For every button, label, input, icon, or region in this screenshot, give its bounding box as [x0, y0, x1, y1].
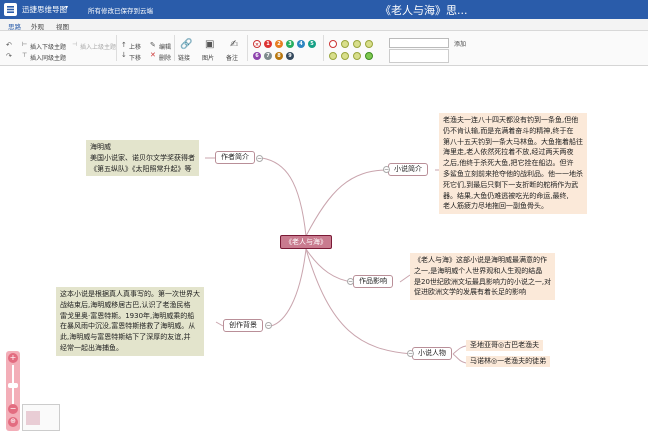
note-novel-summary: 老渔夫一连八十四天都没有钓到一条鱼,但他 仍不肯认输,而是充满着奋斗的精神,终于… [439, 113, 587, 215]
note-line: 第八十五天钓到一条大马林鱼。大鱼拖着船往 [443, 137, 583, 146]
collapse-toggle-icon[interactable]: − [383, 166, 390, 173]
zoom-in-button[interactable]: + [8, 353, 18, 363]
note-line: 这本小说是根据真人真事写的。第一次世界大 [60, 290, 200, 298]
collapse-toggle-icon[interactable]: − [265, 322, 272, 329]
note-line: 雷戈里奥·富恩特斯。1930年,海明威乘的船 [60, 311, 195, 320]
zoom-out-button[interactable]: − [8, 404, 18, 414]
note-line: 促进欧洲文学的发展有着长足的影响 [414, 288, 526, 297]
topic-author[interactable]: 作者简介 [215, 151, 255, 164]
note-line: 海里走,老人依然死拉着不放,经过两天两夜 [443, 148, 574, 157]
note-line: 之后,他终于杀死大鱼,把它拴在船边。但许 [443, 159, 574, 168]
topic-influence[interactable]: 作品影响 [353, 275, 393, 288]
topic-characters[interactable]: 小说人物 [412, 347, 452, 360]
zoom-slider-handle[interactable] [8, 383, 18, 388]
zoom-control: + − ⊕ [6, 351, 20, 431]
note-line: 此,海明威与富恩特斯结下了深厚的友谊,并 [60, 333, 191, 342]
note-line: 海明威 [90, 143, 111, 151]
note-line: 多鲨鱼立刻前来抢夺他的战利品。他一一地杀 [443, 169, 583, 178]
note-line: 之一,是海明威个人世界观和人生观的结晶 [414, 266, 543, 275]
minimap[interactable] [22, 404, 60, 431]
note-line: 经常一起出海捕鱼。 [60, 343, 123, 352]
note-line: 《第五纵队》《太阳照常升起》等 [90, 164, 192, 173]
root-topic[interactable]: 《老人与海》 [280, 235, 332, 249]
locate-icon[interactable]: ⊕ [8, 417, 18, 427]
note-line: 老人筋疲力尽地拖回一副鱼骨头。 [443, 202, 548, 211]
mindmap-connectors [205, 157, 467, 364]
note-line: 战结束后,海明威移居古巴,认识了老渔民格 [60, 300, 191, 309]
topic-background[interactable]: 创作背景 [223, 319, 263, 332]
note-line: 死它们,到最后只剩下一支折断的舵柄作为武 [443, 180, 579, 189]
note-influence: 《老人与海》这部小说是海明威最满意的作 之一,是海明威个人世界观和人生观的结晶 … [410, 253, 556, 301]
note-line: 美国小说家、诺贝尔文学奖获得者 [90, 153, 195, 162]
note-background: 这本小说是根据真人真事写的。第一次世界大 战结束后,海明威移居古巴,认识了老渔民… [56, 287, 204, 356]
note-author: 海明威 美国小说家、诺贝尔文学奖获得者 《第五纵队》《太阳照常升起》等 [86, 140, 199, 177]
character-item[interactable]: 圣地亚哥◎古巴老渔夫 [466, 340, 544, 351]
topic-novel-summary[interactable]: 小说简介 [388, 163, 428, 176]
note-line: 是20世纪欧洲文坛最具影响力的小说之一,对 [414, 277, 552, 286]
note-line: 《老人与海》这部小说是海明威最满意的作 [414, 256, 547, 264]
note-line: 老渔夫一连八十四天都没有钓到一条鱼,但他 [443, 116, 579, 124]
note-line: 在暴风雨中沉没,富恩特斯搭救了海明威。从 [60, 322, 196, 331]
note-line: 器。结果,大鱼仍难逃被吃光的命运,最终, [443, 191, 569, 200]
minimap-viewport[interactable] [26, 411, 40, 425]
collapse-toggle-icon[interactable]: − [256, 155, 263, 162]
note-line: 仍不肯认输,而是充满着奋斗的精神,终于在 [443, 126, 574, 135]
character-item[interactable]: 马诺林◎一老渔夫的徒弟 [466, 356, 551, 367]
collapse-toggle-icon[interactable]: − [407, 350, 414, 357]
collapse-toggle-icon[interactable]: − [347, 278, 354, 285]
